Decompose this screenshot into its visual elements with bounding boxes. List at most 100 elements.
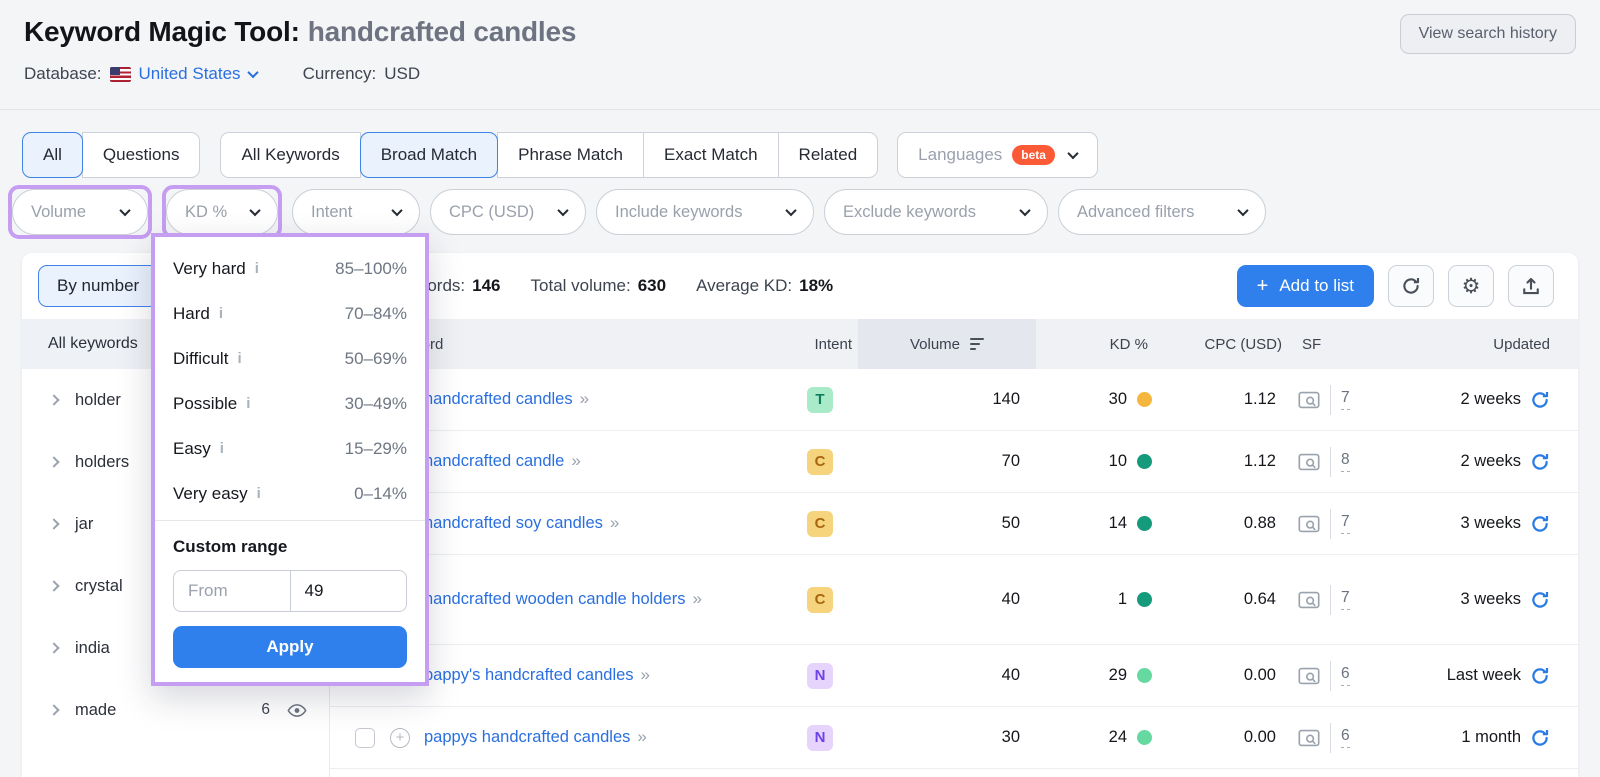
double-chevron-icon[interactable]: »	[571, 451, 578, 470]
by-number-toggle[interactable]: By number	[38, 265, 158, 307]
advanced-filters-dropdown[interactable]: Advanced filters	[1058, 189, 1266, 235]
cpc-filter-dropdown[interactable]: CPC (USD)	[430, 189, 586, 235]
kd-option-easy[interactable]: Easy 15–29%	[155, 426, 425, 471]
keyword-link[interactable]: handcrafted soy candles	[424, 514, 603, 532]
chevron-down-icon	[249, 205, 260, 216]
kd-option-very-easy[interactable]: Very easy 0–14%	[155, 471, 425, 516]
refresh-button[interactable]	[1388, 265, 1434, 307]
kd-options-list: Very hard 85–100% Hard 70–84% Difficult …	[155, 237, 425, 516]
sidebar-group-made[interactable]: made 6	[22, 679, 329, 741]
add-keyword-icon[interactable]	[390, 728, 410, 748]
kd-filter-dropdown[interactable]: KD %	[166, 189, 278, 235]
cpc-value: 0.88	[1162, 514, 1290, 533]
header-intent[interactable]: Intent	[782, 319, 858, 369]
kd-filter-highlight: KD %	[162, 185, 282, 239]
tab-questions[interactable]: Questions	[82, 132, 201, 178]
settings-button[interactable]: ⚙	[1448, 265, 1494, 307]
refresh-row-icon[interactable]	[1530, 452, 1550, 472]
volume-filter-highlight: Volume	[8, 185, 152, 239]
divider	[155, 520, 425, 521]
volume-value: 50	[858, 514, 1036, 533]
gear-icon: ⚙	[1462, 276, 1481, 297]
sf-value[interactable]: 6	[1341, 665, 1350, 686]
serp-preview-icon[interactable]	[1298, 591, 1320, 609]
currency-display: Currency: USD	[303, 64, 421, 84]
kd-value: 10	[1109, 452, 1127, 471]
tab-related[interactable]: Related	[778, 132, 879, 178]
serp-preview-icon[interactable]	[1298, 729, 1320, 747]
sf-value[interactable]: 6	[1341, 727, 1350, 748]
keyword-link[interactable]: pappys handcrafted candles	[424, 728, 630, 746]
keyword-link[interactable]: handcrafted candle	[424, 452, 564, 470]
serp-preview-icon[interactable]	[1298, 391, 1320, 409]
kd-option-possible[interactable]: Possible 30–49%	[155, 381, 425, 426]
double-chevron-icon[interactable]: »	[610, 513, 617, 532]
keyword-link[interactable]: handcrafted candles	[424, 390, 573, 408]
info-icon[interactable]	[220, 440, 224, 457]
exclude-keywords-label: Exclude keywords	[843, 203, 976, 222]
refresh-row-icon[interactable]	[1530, 590, 1550, 610]
double-chevron-icon[interactable]: »	[580, 389, 587, 408]
page-header: Keyword Magic Tool:handcrafted candles V…	[0, 0, 1600, 110]
refresh-row-icon[interactable]	[1530, 390, 1550, 410]
kd-to-input[interactable]	[291, 571, 407, 611]
keyword-link[interactable]: handcrafted wooden candle holders	[424, 590, 685, 608]
volume-filter-dropdown[interactable]: Volume	[12, 189, 148, 235]
kd-from-input[interactable]	[174, 571, 290, 611]
kd-option-hard[interactable]: Hard 70–84%	[155, 291, 425, 336]
header-volume-sorted[interactable]: Volume	[858, 319, 1036, 369]
kd-option-very-hard[interactable]: Very hard 85–100%	[155, 246, 425, 291]
header-updated[interactable]: Updated	[1382, 319, 1578, 369]
tab-exact-match[interactable]: Exact Match	[643, 132, 779, 178]
currency-value: USD	[384, 64, 420, 84]
add-to-list-button[interactable]: + Add to list	[1237, 265, 1374, 307]
chevron-right-icon	[48, 456, 59, 467]
divider	[1330, 509, 1331, 539]
refresh-row-icon[interactable]	[1530, 666, 1550, 686]
sf-value[interactable]: 7	[1341, 513, 1350, 534]
view-search-history-button[interactable]: View search history	[1400, 14, 1576, 54]
tab-all-keywords[interactable]: All Keywords	[220, 132, 360, 178]
double-chevron-icon[interactable]: »	[637, 727, 644, 746]
header-kd[interactable]: KD %	[1036, 319, 1162, 369]
chevron-right-icon	[48, 580, 59, 591]
chevron-down-icon	[391, 205, 402, 216]
kd-option-label: Easy	[173, 439, 211, 459]
refresh-row-icon[interactable]	[1530, 728, 1550, 748]
sf-value[interactable]: 8	[1341, 451, 1350, 472]
refresh-row-icon[interactable]	[1530, 514, 1550, 534]
kd-option-difficult[interactable]: Difficult 50–69%	[155, 336, 425, 381]
sf-value[interactable]: 7	[1341, 589, 1350, 610]
apply-button[interactable]: Apply	[173, 626, 407, 668]
info-icon[interactable]	[255, 260, 259, 277]
header-sf[interactable]: SF	[1290, 319, 1382, 369]
custom-range-inputs	[173, 570, 407, 612]
info-icon[interactable]	[237, 350, 241, 367]
header-cpc[interactable]: CPC (USD)	[1162, 319, 1290, 369]
tab-broad-match[interactable]: Broad Match	[360, 132, 498, 178]
database-selector[interactable]: Database: United States	[24, 64, 257, 84]
double-chevron-icon[interactable]: »	[692, 589, 699, 608]
tab-all[interactable]: All	[22, 132, 83, 178]
cpc-value: 0.00	[1162, 728, 1290, 747]
keyword-link[interactable]: pappy's handcrafted candles	[424, 666, 634, 684]
intent-filter-dropdown[interactable]: Intent	[292, 189, 420, 235]
languages-label: Languages	[918, 145, 1002, 165]
include-keywords-dropdown[interactable]: Include keywords	[596, 189, 814, 235]
info-icon[interactable]	[246, 395, 250, 412]
double-chevron-icon[interactable]: »	[641, 665, 648, 684]
serp-preview-icon[interactable]	[1298, 667, 1320, 685]
kd-option-range: 30–49%	[345, 394, 407, 414]
info-icon[interactable]	[257, 485, 261, 502]
row-checkbox[interactable]	[355, 728, 375, 748]
group-label: made	[75, 701, 116, 720]
serp-preview-icon[interactable]	[1298, 453, 1320, 471]
serp-preview-icon[interactable]	[1298, 515, 1320, 533]
languages-dropdown[interactable]: Languages beta	[897, 132, 1098, 178]
eye-icon[interactable]	[287, 703, 307, 718]
sf-value[interactable]: 7	[1341, 389, 1350, 410]
tab-phrase-match[interactable]: Phrase Match	[497, 132, 644, 178]
info-icon[interactable]	[219, 305, 223, 322]
exclude-keywords-dropdown[interactable]: Exclude keywords	[824, 189, 1048, 235]
export-button[interactable]	[1508, 265, 1554, 307]
